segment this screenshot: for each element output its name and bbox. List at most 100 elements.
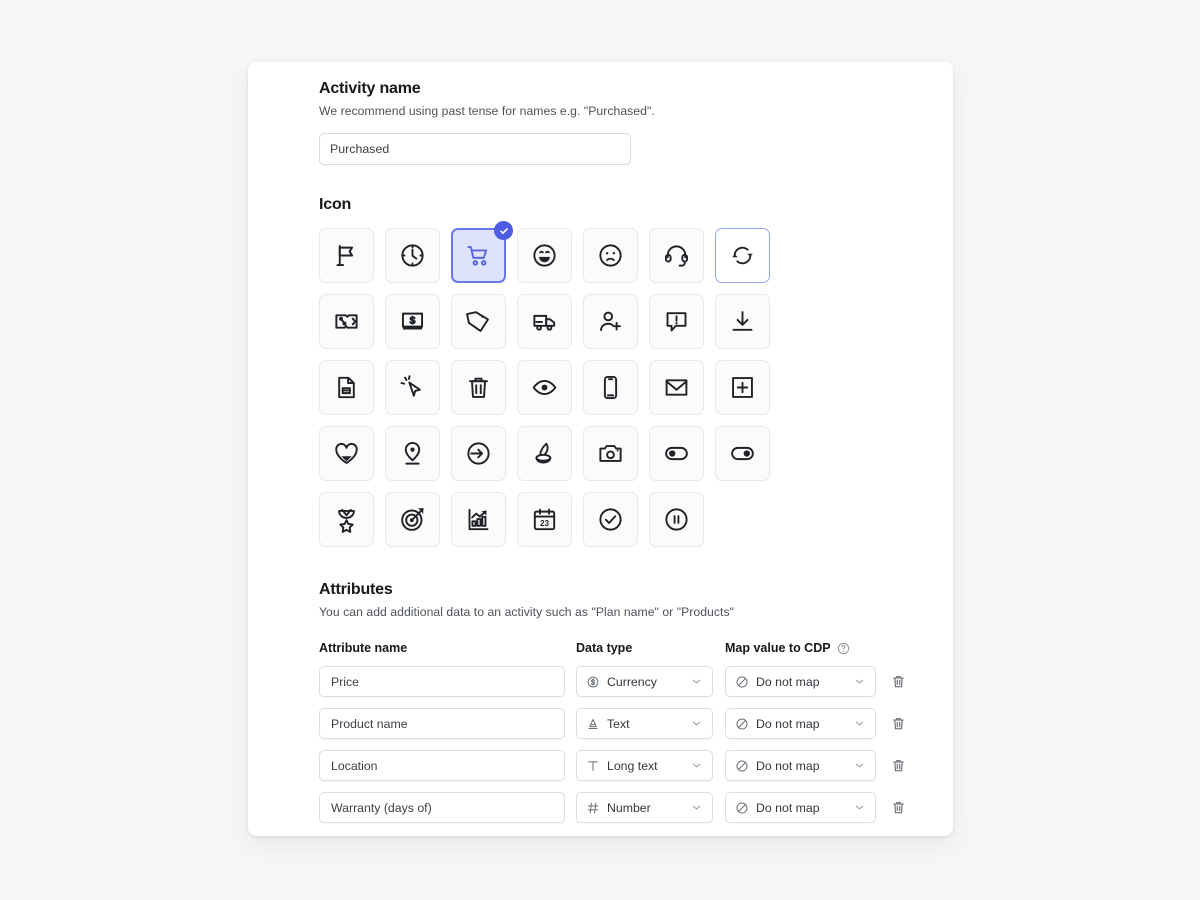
icon-tile-dollar-screen[interactable]: [385, 294, 440, 349]
download-icon: [729, 308, 756, 335]
data-type-select[interactable]: Currency: [576, 666, 713, 697]
plus-box-icon: [729, 374, 756, 401]
activity-name-section: Activity name We recommend using past te…: [319, 80, 939, 165]
icon-tile-check-circle[interactable]: [583, 492, 638, 547]
icon-tile-mobile-phone[interactable]: [583, 360, 638, 415]
attributes-column-headers: Attribute name Data type Map value to CD…: [319, 641, 939, 655]
icon-tile-coupon-percent[interactable]: [319, 294, 374, 349]
icon-tile-delivery-truck[interactable]: [517, 294, 572, 349]
delete-attribute-button[interactable]: [887, 713, 909, 735]
icon-grid: 23: [319, 221, 939, 547]
icon-tile-login-arrow[interactable]: [451, 426, 506, 481]
icon-tile-refresh[interactable]: [715, 228, 770, 283]
map-pin-icon: [399, 440, 426, 467]
map-value: Do not map: [756, 716, 820, 731]
icon-tile-cursor-click[interactable]: [385, 360, 440, 415]
icon-tile-calendar[interactable]: 23: [517, 492, 572, 547]
attribute-row: Location Long text Do not map: [319, 750, 939, 781]
delete-attribute-button[interactable]: [887, 755, 909, 777]
clock-icon: [399, 242, 426, 269]
icon-tile-shopping-cart[interactable]: [451, 221, 513, 283]
screen: Activity name We recommend using past te…: [0, 0, 1200, 900]
attribute-name-value: Warranty (days of): [331, 800, 432, 815]
data-type-value: Long text: [607, 758, 658, 773]
icon-tile-add-user[interactable]: [583, 294, 638, 349]
icon-tile-eye[interactable]: [517, 360, 572, 415]
attribute-name-value: Product name: [331, 716, 408, 731]
map-value-select[interactable]: Do not map: [725, 666, 876, 697]
long-text-t-icon: [586, 759, 600, 773]
data-type-select[interactable]: Long text: [576, 750, 713, 781]
chevron-down-icon: [690, 717, 703, 730]
cursor-click-icon: [399, 374, 426, 401]
delete-attribute-button[interactable]: [887, 671, 909, 693]
attribute-name-input[interactable]: Location: [319, 750, 565, 781]
icon-tile-trash[interactable]: [451, 360, 506, 415]
shopping-cart-icon: [465, 242, 492, 269]
attribute-name-value: Location: [331, 758, 378, 773]
card-content: Activity name We recommend using past te…: [319, 80, 939, 823]
column-header-map-value: Map value to CDP: [725, 641, 876, 655]
delete-attribute-button[interactable]: [887, 797, 909, 819]
icon-tile-growth-chart[interactable]: [451, 492, 506, 547]
icon-tile-flag[interactable]: [319, 228, 374, 283]
data-type-select[interactable]: Number: [576, 792, 713, 823]
svg-text:23: 23: [540, 519, 549, 528]
help-circle-icon[interactable]: [837, 642, 850, 655]
map-value: Do not map: [756, 800, 820, 815]
icon-tile-happy-face[interactable]: [517, 228, 572, 283]
map-value-select[interactable]: Do not map: [725, 792, 876, 823]
map-value-select[interactable]: Do not map: [725, 750, 876, 781]
document-icon: [333, 374, 360, 401]
happy-face-icon: [531, 242, 558, 269]
icon-tile-target[interactable]: [385, 492, 440, 547]
icon-tile-award-star[interactable]: [319, 492, 374, 547]
data-type-value: Text: [607, 716, 630, 731]
map-value-select[interactable]: Do not map: [725, 708, 876, 739]
icon-tile-toggle-off[interactable]: [649, 426, 704, 481]
icon-tile-ice-cream[interactable]: [517, 426, 572, 481]
text-a-icon: [586, 717, 600, 731]
icon-tile-clock[interactable]: [385, 228, 440, 283]
activity-name-input[interactable]: Purchased: [319, 133, 631, 165]
icon-tile-price-tag[interactable]: [451, 294, 506, 349]
icon-tile-envelope[interactable]: [649, 360, 704, 415]
icon-tile-download[interactable]: [715, 294, 770, 349]
activity-name-description: We recommend using past tense for names …: [319, 104, 655, 118]
map-value: Do not map: [756, 674, 820, 689]
check-circle-icon: [597, 506, 624, 533]
icon-tile-toggle-on[interactable]: [715, 426, 770, 481]
heart-icon: [333, 440, 360, 467]
icon-tile-sad-face[interactable]: [583, 228, 638, 283]
no-entry-icon: [735, 717, 749, 731]
chevron-down-icon: [690, 675, 703, 688]
icon-tile-plus-box[interactable]: [715, 360, 770, 415]
target-icon: [399, 506, 426, 533]
chevron-down-icon: [853, 759, 866, 772]
attribute-name-input[interactable]: Price: [319, 666, 565, 697]
icon-tile-alert-comment[interactable]: [649, 294, 704, 349]
icon-tile-heart[interactable]: [319, 426, 374, 481]
hash-number-icon: [586, 801, 600, 815]
data-type-value: Number: [607, 800, 651, 815]
attribute-name-input[interactable]: Warranty (days of): [319, 792, 565, 823]
attribute-name-input[interactable]: Product name: [319, 708, 565, 739]
refresh-icon: [729, 242, 756, 269]
icon-tile-document[interactable]: [319, 360, 374, 415]
icon-tile-headset[interactable]: [649, 228, 704, 283]
icon-tile-camera[interactable]: [583, 426, 638, 481]
attribute-row: Product name Text Do not map: [319, 708, 939, 739]
chevron-down-icon: [853, 801, 866, 814]
award-star-icon: [333, 506, 360, 533]
icon-tile-map-pin[interactable]: [385, 426, 440, 481]
ice-cream-icon: [531, 440, 558, 467]
data-type-select[interactable]: Text: [576, 708, 713, 739]
price-tag-icon: [465, 308, 492, 335]
selected-check-badge: [494, 221, 513, 240]
eye-icon: [531, 374, 558, 401]
column-header-attribute-name: Attribute name: [319, 641, 408, 655]
calendar-icon: 23: [531, 506, 558, 533]
camera-icon: [597, 440, 624, 467]
no-entry-icon: [735, 759, 749, 773]
icon-tile-pause-circle[interactable]: [649, 492, 704, 547]
